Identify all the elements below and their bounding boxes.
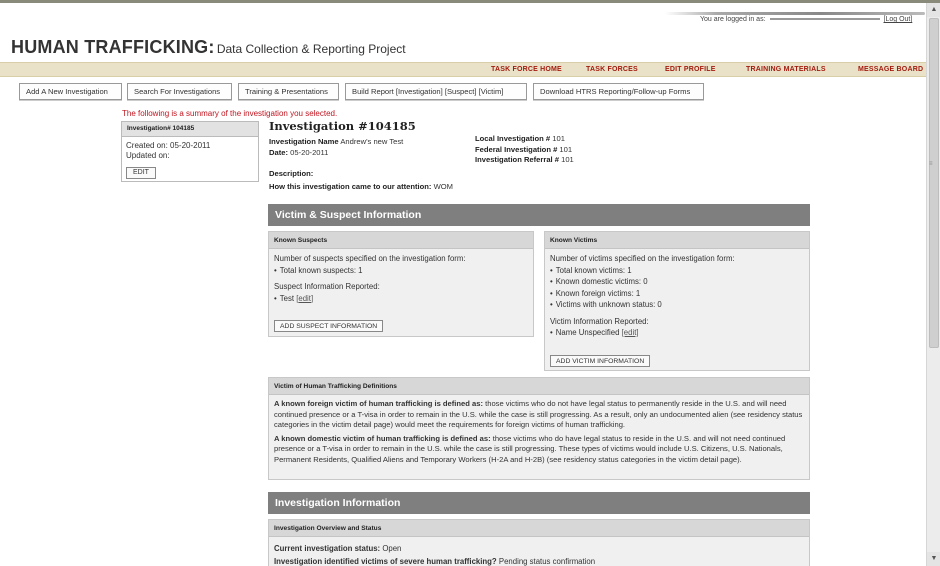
domestic-definition: A known domestic victim of human traffic…: [274, 434, 804, 466]
add-investigation-button[interactable]: Add A New Investigation: [19, 83, 122, 100]
nav-edit-profile[interactable]: EDIT PROFILE: [665, 66, 716, 73]
known-victims-panel: Known Victims Number of victims specifie…: [544, 231, 810, 371]
site-title-main: HUMAN TRAFFICKING:: [11, 37, 215, 57]
domestic-definition-title: A known domestic victim of human traffic…: [274, 433, 491, 443]
definitions-header: Victim of Human Trafficking Definitions: [269, 378, 809, 395]
suspects-intro: Number of suspects specified on the inve…: [274, 254, 466, 263]
victims-intro: Number of victims specified on the inves…: [550, 254, 735, 263]
severe-label: Investigation identified victims of seve…: [274, 557, 497, 566]
local-label: Local Investigation #: [475, 134, 551, 143]
username-redacted: [769, 18, 880, 21]
investigation-overview-panel: Investigation Overview and Status Curren…: [268, 519, 810, 566]
site-title: HUMAN TRAFFICKING: Data Collection & Rep…: [11, 37, 406, 58]
investigation-name: Investigation Name Andrew's new Test: [269, 137, 403, 146]
investigation-name-value: Andrew's new Test: [340, 137, 404, 146]
local-investigation-number: Local Investigation # 101: [475, 134, 565, 143]
investigation-date: Date: 05-20-2011: [269, 148, 328, 157]
known-suspects-header: Known Suspects: [269, 232, 533, 249]
investigation-overview-header: Investigation Overview and Status: [269, 520, 809, 537]
login-area: You are logged in as: [Log Out]: [665, 12, 930, 26]
build-report-button[interactable]: Build Report [Investigation] [Suspect] […: [345, 83, 527, 100]
status-label: Current investigation status:: [274, 544, 381, 553]
local-value: 101: [552, 134, 565, 143]
list-item: Known domestic victims: 0: [550, 276, 804, 288]
nav-task-forces[interactable]: TASK FORCES: [586, 66, 638, 73]
referral-label: Investigation Referral #: [475, 155, 559, 164]
vertical-scrollbar[interactable]: ▲ ≡ ▼: [926, 3, 940, 566]
summary-note: The following is a summary of the invest…: [122, 109, 338, 118]
status-value: Open: [382, 544, 402, 553]
edit-suspect-link[interactable]: [edit]: [296, 294, 313, 303]
search-investigations-button[interactable]: Search For Investigations: [127, 83, 232, 100]
victim-suspect-section-header: Victim & Suspect Information: [268, 204, 810, 226]
investigation-referral-number: Investigation Referral # 101: [475, 155, 574, 164]
severe-value: Pending status confirmation: [498, 557, 596, 566]
description-label: Description:: [269, 169, 314, 178]
suspect-reported-label: Suspect Information Reported:: [274, 282, 380, 291]
edit-investigation-button[interactable]: EDIT: [126, 167, 156, 179]
scroll-down-icon[interactable]: ▼: [927, 552, 940, 566]
referral-value: 101: [561, 155, 574, 164]
login-decoration: [665, 12, 925, 15]
known-victims-header: Known Victims: [545, 232, 809, 249]
scroll-up-icon[interactable]: ▲: [927, 3, 940, 17]
attention-label: How this investigation came to our atten…: [269, 182, 432, 191]
add-suspect-button[interactable]: ADD SUSPECT INFORMATION: [274, 320, 384, 332]
logged-in-label: You are logged in as:: [700, 16, 766, 23]
main-nav: TASK FORCE HOME TASK FORCES EDIT PROFILE…: [0, 62, 926, 77]
attention-value: WOM: [433, 182, 453, 191]
list-item: Total known victims: 1: [550, 265, 804, 277]
nav-training-materials[interactable]: TRAINING MATERIALS: [746, 66, 826, 73]
edit-victim-link[interactable]: [edit]: [622, 328, 639, 337]
grip-icon: ≡: [929, 161, 933, 167]
download-forms-button[interactable]: Download HTRS Reporting/Follow-up Forms: [533, 83, 704, 100]
foreign-definition-title: A known foreign victim of human traffick…: [274, 399, 483, 408]
victim-name: Name Unspecified: [555, 328, 620, 337]
known-suspects-panel: Known Suspects Number of suspects specif…: [268, 231, 534, 337]
investigation-sidecard: Investigation# 104185 Created on: 05-20-…: [121, 121, 259, 182]
description: Description:: [269, 169, 313, 178]
investigation-date-value: 05-20-2011: [290, 148, 329, 157]
training-presentations-button[interactable]: Training & Presentations: [238, 83, 339, 100]
list-item: Victims with unknown status: 0: [550, 299, 804, 311]
current-status: Current investigation status: Open: [274, 542, 804, 555]
federal-investigation-number: Federal Investigation # 101: [475, 145, 572, 154]
severe-victims-status: Investigation identified victims of seve…: [274, 555, 804, 566]
suspect-name: Test: [279, 293, 295, 303]
updated-on: Updated on:: [126, 151, 170, 160]
victim-entry: Name Unspecified [edit]: [550, 327, 804, 339]
site-title-sub: Data Collection & Reporting Project: [216, 42, 406, 56]
federal-value: 101: [559, 145, 573, 154]
investigation-name-label: Investigation Name: [269, 137, 339, 146]
investigation-date-label: Date:: [269, 148, 288, 157]
add-victim-button[interactable]: ADD VICTIM INFORMATION: [550, 355, 651, 367]
list-item: Total known suspects: 1: [274, 265, 528, 277]
scrollbar-thumb[interactable]: [929, 18, 939, 348]
investigation-title: Investigation #104185: [269, 119, 416, 133]
definitions-panel: Victim of Human Trafficking Definitions …: [268, 377, 810, 480]
top-border: [0, 0, 940, 3]
nav-message-board[interactable]: MESSAGE BOARD: [858, 66, 923, 73]
investigation-info-section-header: Investigation Information: [268, 492, 810, 514]
created-on: Created on: 05-20-2011: [126, 141, 211, 150]
foreign-definition: A known foreign victim of human traffick…: [274, 399, 804, 431]
nav-task-force-home[interactable]: TASK FORCE HOME: [491, 66, 562, 73]
suspect-entry: Test [edit]: [274, 293, 528, 305]
list-item: Known foreign victims: 1: [550, 288, 804, 300]
federal-label: Federal Investigation #: [475, 145, 558, 154]
sidecard-header: Investigation# 104185: [122, 122, 258, 137]
login-status: You are logged in as: [Log Out]: [700, 16, 912, 23]
logout-link[interactable]: [Log Out]: [884, 16, 913, 23]
attention-source: How this investigation came to our atten…: [269, 182, 453, 191]
victim-reported-label: Victim Information Reported:: [550, 316, 649, 326]
